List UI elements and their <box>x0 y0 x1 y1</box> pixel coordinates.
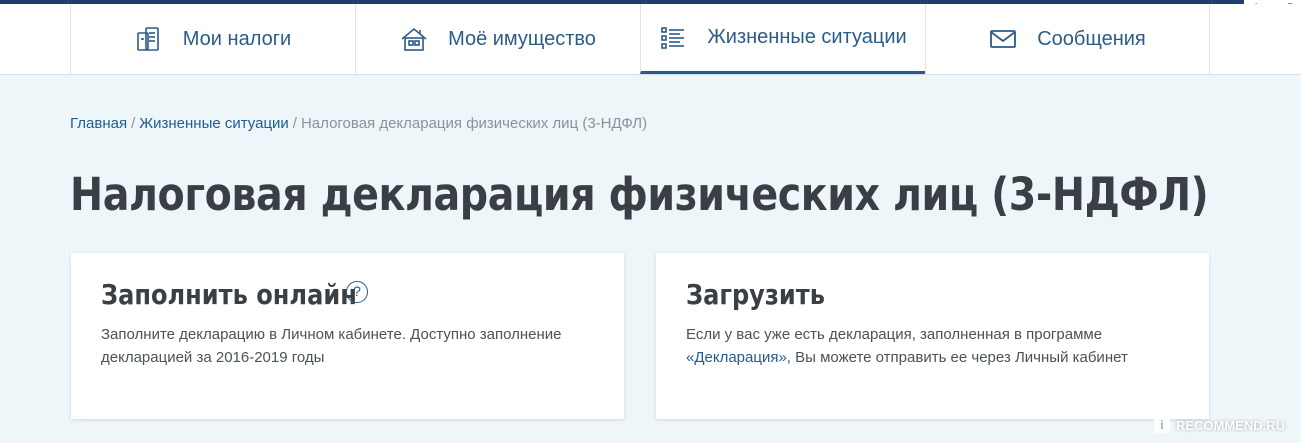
nav-item-my-taxes[interactable]: Мои налоги <box>70 4 355 74</box>
breadcrumb-home-link[interactable]: Главная <box>70 115 127 132</box>
nav-item-label: Сообщения <box>1037 27 1146 50</box>
upload-description: Если у вас уже есть декларация, заполнен… <box>686 323 1186 369</box>
list-icon <box>659 24 687 52</box>
upload-text-before: Если у вас уже есть декларация, заполнен… <box>686 326 1103 343</box>
recommend-logo-icon: i <box>1153 417 1170 433</box>
main-nav: Мои налоги Моё имущество Жизненные ситуа… <box>0 4 1301 75</box>
breadcrumb-section-link[interactable]: Жизненные ситуации <box>139 115 289 132</box>
fill-online-title: Заполнить онлайн <box>101 278 357 311</box>
breadcrumb-separator: / <box>131 115 136 132</box>
upload-card[interactable]: Загрузить Если у вас уже есть декларация… <box>656 253 1209 419</box>
help-icon[interactable]: ? <box>346 281 368 303</box>
watermark: i RECOMMEND.RU <box>1153 417 1285 433</box>
house-icon <box>400 25 428 53</box>
nav-item-my-property[interactable]: Моё имущество <box>355 4 640 74</box>
envelope-icon <box>989 25 1017 53</box>
nav-item-messages[interactable]: Сообщения <box>925 4 1210 74</box>
nav-item-label: Мои налоги <box>182 27 292 50</box>
upload-title: Загрузить <box>686 278 825 311</box>
breadcrumb-current: Налоговая декларация физических лиц (3-Н… <box>300 115 648 132</box>
page-title: Налоговая декларация физических лиц (3-Н… <box>70 168 1209 221</box>
breadcrumb: Главная / Жизненные ситуации / Налоговая дек… <box>70 115 647 132</box>
nav-item-label: Моё имущество <box>448 27 596 50</box>
fill-online-description: Заполните декларацию в Личном кабинете. … <box>101 326 562 366</box>
declaration-program-link[interactable]: «Декларация» <box>686 349 787 366</box>
receipts-icon <box>135 25 163 53</box>
upload-text-after: , Вы можете отправить ее через Личный ка… <box>786 349 1128 366</box>
fill-online-card[interactable]: Заполнить онлайн ? Заполните декларацию … <box>71 253 624 419</box>
breadcrumb-separator: / <box>292 115 297 132</box>
nav-item-label: Жизненные ситуации <box>707 26 907 48</box>
nav-item-life-situations[interactable]: Жизненные ситуации <box>640 4 925 74</box>
watermark-text: RECOMMEND.RU <box>1175 417 1285 433</box>
